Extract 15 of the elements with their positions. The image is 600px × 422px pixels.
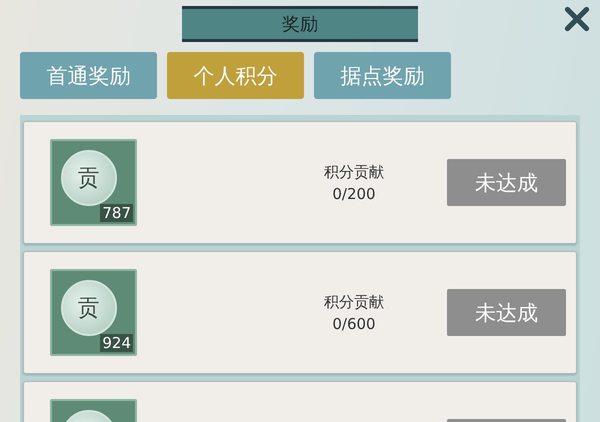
medal-glyph: 贡 [78,164,100,192]
tab[interactable]: 据点奖励 [314,52,451,99]
claim-button[interactable]: 未达成 [447,289,566,336]
medal-glyph: 贡 [78,294,100,322]
tab[interactable]: 首通奖励 [20,52,157,99]
claim-button[interactable]: 未达成 [447,159,566,206]
progress-text: 0/200 [332,184,376,202]
window-title: 奖励 [282,13,318,36]
tab[interactable]: 个人积分 [167,52,304,99]
reward-label: 积分贡献 [324,162,384,182]
reward-label: 积分贡献 [324,292,384,312]
progress-text: 0/600 [332,314,376,332]
item-count: 787 [100,204,133,222]
close-icon[interactable] [564,6,590,32]
item-count: 924 [100,334,133,352]
